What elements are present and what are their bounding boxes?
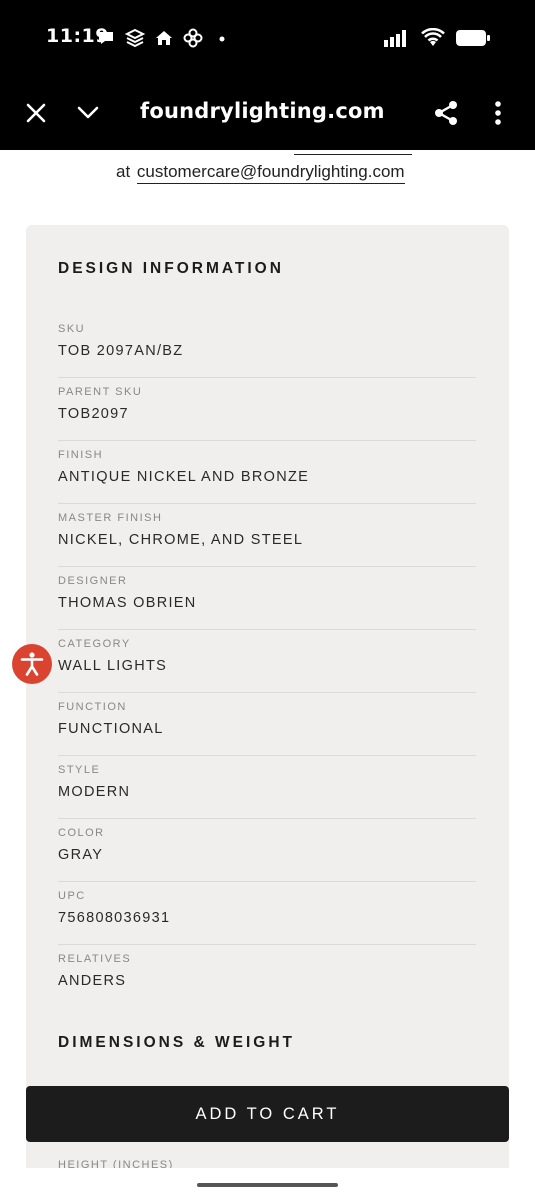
chevron-down-icon[interactable] (71, 96, 105, 130)
wifi-icon (421, 27, 445, 53)
contact-line: at customercare@foundrylighting.com (0, 150, 535, 190)
more-vert-icon[interactable] (481, 96, 515, 130)
spec-row: SKU TOB 2097AN/BZ (58, 315, 476, 378)
spec-label: RELATIVES (58, 953, 132, 965)
browser-toolbar: foundrylighting.com (0, 76, 535, 150)
spec-row: CATEGORY WALL LIGHTS (58, 630, 476, 693)
spec-row: UPC 756808036931 (58, 882, 476, 945)
spec-label: STYLE (58, 764, 101, 776)
spec-row: FUNCTION FUNCTIONAL (58, 693, 476, 756)
status-system-icons (383, 27, 491, 53)
spec-label: DESIGNER (58, 575, 128, 587)
spec-label: CATEGORY (58, 638, 131, 650)
signal-icon (383, 28, 411, 53)
design-information-title: DESIGN INFORMATION (58, 260, 284, 277)
spec-label: MASTER FINISH (58, 512, 163, 524)
spec-label: SKU (58, 323, 86, 335)
spec-row: DESIGNER THOMAS OBRIEN (58, 567, 476, 630)
pinwheel-icon (183, 28, 203, 48)
dot-icon (212, 28, 232, 48)
accessibility-button[interactable] (12, 644, 52, 684)
spec-value: TOB 2097AN/BZ (58, 343, 184, 359)
contact-prefix: at (116, 162, 131, 181)
spec-row: FINISH ANTIQUE NICKEL AND BRONZE (58, 441, 476, 504)
spec-value: ANDERS (58, 973, 127, 989)
spec-label: COLOR (58, 827, 105, 839)
contact-text: at customercare@foundrylighting.com (116, 162, 405, 184)
battery-icon (455, 28, 491, 53)
cut-off-link-underline (294, 154, 412, 155)
customer-care-email-link[interactable]: customercare@foundrylighting.com (136, 162, 405, 184)
dimensions-weight-title: DIMENSIONS & WEIGHT (58, 1034, 295, 1051)
url-bar[interactable]: foundrylighting.com (140, 99, 385, 123)
spec-row: MASTER FINISH NICKEL, CHROME, AND STEEL (58, 504, 476, 567)
spec-row: COLOR GRAY (58, 819, 476, 882)
spec-value: NICKEL, CHROME, AND STEEL (58, 532, 304, 548)
spec-value: MODERN (58, 784, 131, 800)
product-info-card: DESIGN INFORMATION SKU TOB 2097AN/BZ PAREN… (26, 225, 509, 1200)
spec-label: PARENT SKU (58, 386, 143, 398)
spec-label: UPC (58, 890, 86, 902)
spec-value: WALL LIGHTS (58, 658, 168, 674)
close-icon[interactable] (19, 96, 53, 130)
share-icon[interactable] (429, 96, 463, 130)
spec-row: RELATIVES ANDERS (58, 945, 476, 1008)
design-information-list: SKU TOB 2097AN/BZ PARENT SKU TOB2097 FINISH A… (58, 315, 476, 1008)
spec-value: TOB2097 (58, 406, 129, 422)
accessibility-icon (20, 652, 44, 676)
spec-label: FUNCTION (58, 701, 127, 713)
home-indicator[interactable] (197, 1183, 338, 1187)
chat-bubble-icon (96, 28, 116, 48)
spec-row: PARENT SKU TOB2097 (58, 378, 476, 441)
layers-icon (124, 28, 146, 48)
spec-value: FUNCTIONAL (58, 721, 164, 737)
spec-value: ANTIQUE NICKEL AND BRONZE (58, 469, 310, 485)
status-notification-icons (96, 28, 232, 48)
add-to-cart-button[interactable]: ADD TO CART (26, 1086, 509, 1142)
spec-value: GRAY (58, 847, 104, 863)
spec-value: 756808036931 (58, 910, 171, 926)
spec-label: FINISH (58, 449, 104, 461)
spec-value: THOMAS OBRIEN (58, 595, 197, 611)
status-bar: 11:19 (0, 0, 535, 76)
spec-row: STYLE MODERN (58, 756, 476, 819)
home-icon (154, 28, 174, 48)
